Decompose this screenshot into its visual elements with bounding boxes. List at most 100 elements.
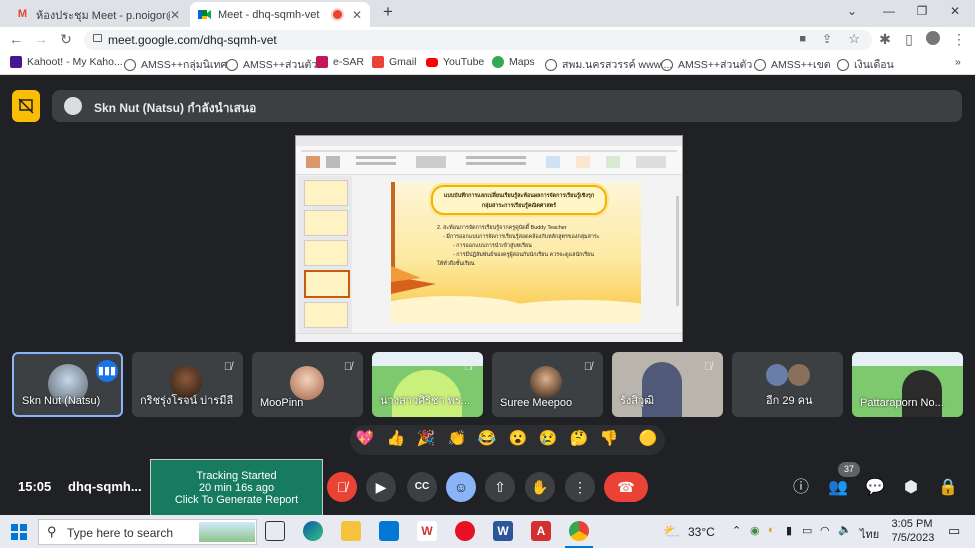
weather-temperature[interactable]: 33°C xyxy=(688,525,715,539)
activities-icon[interactable]: ⬢ xyxy=(898,475,924,501)
avatar xyxy=(530,366,562,398)
side-panel-icon[interactable]: ▯ xyxy=(901,31,917,47)
present-screen-button[interactable]: ⇧ xyxy=(485,472,515,502)
captions-button[interactable]: CC xyxy=(407,472,437,502)
windows-start-icon[interactable] xyxy=(11,524,27,543)
presentation-icon[interactable] xyxy=(12,90,40,122)
raise-hand-button[interactable]: ✋ xyxy=(525,472,555,502)
mail-icon[interactable] xyxy=(379,521,399,541)
taskbar-search[interactable]: ⚲ Type here to search xyxy=(38,519,257,545)
bookmark-item[interactable]: AMSS++กลุ่มนิเทศ xyxy=(124,56,227,73)
new-tab-button[interactable]: + xyxy=(379,2,397,21)
notifications-icon[interactable]: ▭ xyxy=(948,523,960,539)
bookmark-item[interactable]: Maps xyxy=(492,56,535,68)
volume-icon[interactable]: 🔈 xyxy=(838,523,852,536)
restore-icon[interactable]: ❐ xyxy=(913,4,931,20)
reaction-thinking[interactable]: 🤔 xyxy=(569,429,589,449)
close-tab-icon[interactable]: ✕ xyxy=(170,8,180,22)
bookmark-item[interactable]: สพม.นครสวรรค์ www.... xyxy=(545,56,672,73)
search-placeholder: Type here to search xyxy=(67,526,174,540)
bookmark-item[interactable]: Kahoot! - My Kaho... xyxy=(10,56,123,68)
reload-icon[interactable]: ↻ xyxy=(58,31,74,47)
bookmark-item[interactable]: YouTube xyxy=(426,56,484,68)
browser-tab-meet-active[interactable]: Meet - dhq-sqmh-vet ✕ xyxy=(190,2,370,27)
input-language[interactable]: ไทย xyxy=(860,525,879,543)
bookmark-item[interactable]: Gmail xyxy=(372,56,416,68)
battery-icon[interactable]: ▮ xyxy=(786,524,792,537)
people-icon[interactable]: 👥 xyxy=(825,475,851,501)
bookmark-item[interactable]: AMSS++ส่วนตัว xyxy=(661,56,752,73)
slide-thumbnail[interactable] xyxy=(304,210,348,236)
tray-app-icon[interactable]: ◐ xyxy=(768,524,775,536)
ppt-scrollbar[interactable] xyxy=(676,196,679,306)
leave-call-button[interactable]: ☎ xyxy=(604,472,648,502)
chat-icon[interactable]: 💬 xyxy=(862,475,888,501)
word-icon[interactable]: W xyxy=(493,521,513,541)
bookmark-item[interactable]: เงินเดือน xyxy=(837,56,894,73)
bookmarks-overflow-icon[interactable]: » xyxy=(955,56,961,68)
slide-thumbnail[interactable] xyxy=(304,302,348,328)
participant-tile[interactable]: 🎙̸ Suree Meepoo xyxy=(492,352,603,417)
network-icon[interactable]: ▭ xyxy=(802,524,812,537)
bookmark-item[interactable]: AMSS++เขต xyxy=(754,56,831,73)
profile-avatar[interactable] xyxy=(925,31,941,47)
meeting-code[interactable]: dhq-sqmh... xyxy=(68,479,142,494)
share-icon[interactable]: ⇪ xyxy=(822,32,832,46)
menu-kebab-icon[interactable]: ⋮ xyxy=(951,31,967,47)
participant-tile[interactable]: 🎙̸ MooPinn xyxy=(252,352,363,417)
reaction-clap[interactable]: 👏 xyxy=(447,429,467,449)
slide-thumbnail[interactable] xyxy=(304,180,348,206)
more-options-button[interactable]: ⋮ xyxy=(565,472,595,502)
tray-overflow-icon[interactable]: ⌃ xyxy=(732,524,741,537)
forward-icon[interactable]: → xyxy=(33,31,49,47)
bookmark-item[interactable]: e-SAR xyxy=(316,56,364,68)
participant-tile[interactable]: Pattaraporn No... xyxy=(852,352,963,417)
others-tile[interactable]: อีก 29 คน xyxy=(732,352,843,417)
taskbar-date[interactable]: 7/5/2023 xyxy=(887,532,939,544)
acrobat-icon[interactable]: A xyxy=(531,521,551,541)
participant-tile-active[interactable]: ▮▮▮ Skn Nut (Natsu) xyxy=(12,352,123,417)
bookmark-star-icon[interactable]: ☆ xyxy=(848,31,860,47)
wifi-icon[interactable]: ◠ xyxy=(820,524,830,537)
weather-icon[interactable]: ⛅ xyxy=(663,523,680,540)
reaction-heart[interactable]: 💖 xyxy=(355,429,375,449)
participant-tile[interactable]: 🎙̸ นางสาวศิริชา พร... xyxy=(372,352,483,417)
wps-office-icon[interactable]: W xyxy=(417,521,437,541)
reaction-thumbs-down[interactable]: 👎 xyxy=(599,429,619,449)
extensions-icon[interactable]: ✱ xyxy=(877,31,893,47)
task-view-icon[interactable] xyxy=(265,521,285,541)
reaction-party[interactable]: 🎉 xyxy=(416,429,436,449)
meeting-details-icon[interactable]: ⓘ xyxy=(788,475,814,501)
skin-tone-selector[interactable]: 🟡 xyxy=(638,429,658,449)
reaction-sad[interactable]: 😢 xyxy=(538,429,558,449)
slide-thumbnail[interactable] xyxy=(304,240,348,266)
participant-tile[interactable]: 🎙̸ รังสิวุฒิ xyxy=(612,352,723,417)
edge-icon[interactable] xyxy=(303,521,323,541)
chrome-icon[interactable] xyxy=(569,521,589,541)
file-explorer-icon[interactable] xyxy=(341,521,361,541)
camera-toggle-button[interactable]: ▶ xyxy=(366,472,396,502)
mic-toggle-button[interactable]: 🎙̸ xyxy=(327,472,357,502)
reaction-surprised[interactable]: 😮 xyxy=(508,429,528,449)
taskbar-time[interactable]: 3:05 PM xyxy=(889,518,935,530)
minimize-icon[interactable]: — xyxy=(880,4,898,20)
camera-in-use-icon[interactable]: ■ xyxy=(799,33,806,45)
bookmark-item[interactable]: AMSS++ส่วนตัว xyxy=(226,56,317,73)
opera-icon[interactable] xyxy=(455,521,475,541)
tab-search-icon[interactable]: ⌄ xyxy=(843,4,861,20)
tray-app-icon[interactable]: ◉ xyxy=(750,524,760,537)
slide-thumbnail-pane[interactable] xyxy=(298,176,352,336)
close-tab-icon[interactable]: ✕ xyxy=(352,8,362,22)
back-icon[interactable]: ← xyxy=(8,31,24,47)
reaction-thumbs-up[interactable]: 👍 xyxy=(386,429,406,449)
tracking-report-button[interactable]: Tracking Started 20 min 16s ago Click To… xyxy=(150,459,323,516)
close-window-icon[interactable]: ✕ xyxy=(946,4,964,20)
youtube-icon xyxy=(426,57,438,67)
address-bar[interactable]: meet.google.com/dhq-sqmh-vet ■ ⇪ ☆ xyxy=(84,30,872,50)
host-controls-icon[interactable]: 🔒 xyxy=(935,475,961,501)
reaction-laugh[interactable]: 😂 xyxy=(477,429,497,449)
browser-tab-meet-room[interactable]: M ห้องประชุม Meet - p.noigor@gma ✕ xyxy=(8,2,188,27)
participant-tile[interactable]: 🎙̸ กริชรุ่งโรจน์ บ่ารมีลี xyxy=(132,352,243,417)
reactions-button[interactable]: ☺ xyxy=(446,472,476,502)
slide-thumbnail-selected[interactable] xyxy=(304,270,350,298)
